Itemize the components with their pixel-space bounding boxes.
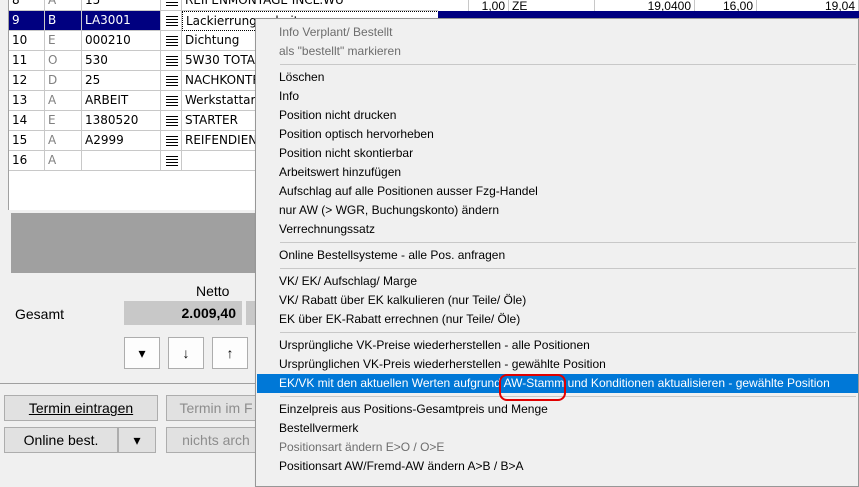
netto-value: 2.009,40 bbox=[124, 301, 242, 325]
termin-eintragen-label: Termin eintragen bbox=[28, 400, 134, 416]
text-icon-cell bbox=[161, 0, 182, 11]
menu-item[interactable]: Position nicht drucken bbox=[257, 106, 858, 125]
menu-separator bbox=[280, 64, 856, 65]
text-lines-icon[interactable] bbox=[166, 95, 178, 107]
text-icon-cell bbox=[161, 111, 182, 131]
row-type: A bbox=[45, 0, 82, 11]
nichts-arch-button[interactable]: nichts arch bbox=[166, 427, 266, 453]
row-type: O bbox=[45, 51, 82, 71]
text-lines-icon[interactable] bbox=[166, 135, 178, 147]
row-number: 12 bbox=[9, 71, 45, 91]
menu-item[interactable]: Position optisch hervorheben bbox=[257, 125, 858, 144]
row-type: E bbox=[45, 111, 82, 131]
netto-label: Netto bbox=[196, 283, 230, 299]
info-panel bbox=[11, 213, 271, 273]
online-best-button[interactable]: Online best. bbox=[4, 427, 118, 453]
text-lines-icon[interactable] bbox=[166, 0, 178, 7]
menu-item[interactable]: Verrechnungssatz bbox=[257, 220, 858, 239]
row-number: 15 bbox=[9, 131, 45, 151]
menu-item[interactable]: Arbeitswert hinzufügen bbox=[257, 163, 858, 182]
menu-item[interactable]: Info Verplant/ Bestellt bbox=[257, 23, 858, 42]
menu-separator bbox=[280, 268, 856, 269]
menu-item[interactable]: Ursprüngliche VK-Preise wiederherstellen… bbox=[257, 336, 858, 355]
row-code: ARBEIT bbox=[82, 91, 161, 111]
menu-item[interactable]: Einzelpreis aus Positions-Gesamtpreis un… bbox=[257, 400, 858, 419]
menu-item[interactable]: Positionsart ändern E>O / O>E bbox=[257, 438, 858, 457]
text-lines-icon[interactable] bbox=[166, 55, 178, 67]
row-number: 8 bbox=[9, 0, 45, 11]
arrow-up-icon: ↑ bbox=[226, 345, 234, 361]
row-code: 1380520 bbox=[82, 111, 161, 131]
order-window: 1,00 ZE 19,0400 16,00 19,04 8 A 15 REIFENMO… bbox=[0, 0, 859, 487]
text-icon-cell bbox=[161, 11, 182, 31]
row-code: A2999 bbox=[82, 131, 161, 151]
arrow-down-icon: ↓ bbox=[182, 345, 190, 361]
row-type: A bbox=[45, 131, 82, 151]
termin-im-label: Termin im F bbox=[179, 400, 253, 416]
menu-item[interactable]: Ursprünglichen VK-Preis wiederherstellen… bbox=[257, 355, 858, 374]
text-lines-icon[interactable] bbox=[166, 115, 178, 127]
menu-item[interactable]: VK/ EK/ Aufschlag/ Marge bbox=[257, 272, 858, 291]
termin-eintragen-button[interactable]: Termin eintragen bbox=[4, 395, 158, 421]
menu-item[interactable]: nur AW (> WGR, Buchungskonto) ändern bbox=[257, 201, 858, 220]
text-icon-cell bbox=[161, 151, 182, 171]
text-icon-cell bbox=[161, 91, 182, 111]
row-number: 10 bbox=[9, 31, 45, 51]
move-up-button[interactable]: ↑ bbox=[212, 337, 248, 369]
menu-item[interactable]: Löschen bbox=[257, 68, 858, 87]
online-best-dropdown[interactable]: ▾ bbox=[118, 427, 156, 453]
text-lines-icon[interactable] bbox=[166, 15, 178, 27]
text-lines-icon[interactable] bbox=[166, 35, 178, 47]
menu-item[interactable]: Position nicht skontierbar bbox=[257, 144, 858, 163]
caret-down-icon: ▾ bbox=[133, 432, 141, 448]
row-description: REIFENMONTAGE INCL.WU bbox=[182, 0, 438, 11]
termin-im-button[interactable]: Termin im F bbox=[166, 395, 266, 421]
row-type: A bbox=[45, 91, 82, 111]
row-number: 16 bbox=[9, 151, 45, 171]
text-lines-icon[interactable] bbox=[166, 155, 178, 167]
menu-separator bbox=[280, 332, 856, 333]
row-code: LA3001 bbox=[82, 11, 161, 31]
row-type: A bbox=[45, 151, 82, 171]
caret-down-icon: ▾ bbox=[138, 344, 146, 361]
text-lines-icon[interactable] bbox=[166, 75, 178, 87]
gesamt-label: Gesamt bbox=[15, 306, 65, 322]
context-menu: Info Verplant/ Bestellt als "bestellt" ma… bbox=[255, 18, 859, 487]
text-icon-cell bbox=[161, 51, 182, 71]
text-icon-cell bbox=[161, 31, 182, 51]
nichts-arch-label: nichts arch bbox=[182, 432, 250, 448]
menu-item[interactable]: Info bbox=[257, 87, 858, 106]
row-code: 15 bbox=[82, 0, 161, 11]
text-icon-cell bbox=[161, 131, 182, 151]
row-code: 25 bbox=[82, 71, 161, 91]
row-number: 11 bbox=[9, 51, 45, 71]
row-type: E bbox=[45, 31, 82, 51]
row-number: 9 bbox=[9, 11, 45, 31]
row-number: 14 bbox=[9, 111, 45, 131]
menu-item[interactable]: EK/VK mit den aktuellen Werten aufgrund … bbox=[257, 374, 858, 393]
menu-item[interactable]: VK/ Rabatt über EK kalkulieren (nur Teil… bbox=[257, 291, 858, 310]
row-type: D bbox=[45, 71, 82, 91]
table-row[interactable]: 8 A 15 REIFENMONTAGE INCL.WU bbox=[9, 0, 438, 11]
row-code: 000210 bbox=[82, 31, 161, 51]
menu-item[interactable]: EK über EK-Rabatt errechnen (nur Teile/ … bbox=[257, 310, 858, 329]
row-type: B bbox=[45, 11, 82, 31]
menu-item[interactable]: Aufschlag auf alle Positionen ausser Fzg… bbox=[257, 182, 858, 201]
row-number: 13 bbox=[9, 91, 45, 111]
dropdown-arrow-button[interactable]: ▾ bbox=[124, 337, 160, 369]
divider bbox=[0, 383, 280, 384]
row-code: 530 bbox=[82, 51, 161, 71]
online-best-label: Online best. bbox=[23, 432, 99, 448]
move-down-button[interactable]: ↓ bbox=[168, 337, 204, 369]
menu-item[interactable]: Positionsart AW/Fremd-AW ändern A>B / B>… bbox=[257, 457, 858, 476]
menu-item[interactable]: Online Bestellsysteme - alle Pos. anfrag… bbox=[257, 246, 858, 265]
text-icon-cell bbox=[161, 71, 182, 91]
menu-separator bbox=[280, 242, 856, 243]
menu-separator bbox=[280, 396, 856, 397]
row-code bbox=[82, 151, 161, 171]
menu-item[interactable]: Bestellvermerk bbox=[257, 419, 858, 438]
menu-item[interactable]: als "bestellt" markieren bbox=[257, 42, 858, 61]
